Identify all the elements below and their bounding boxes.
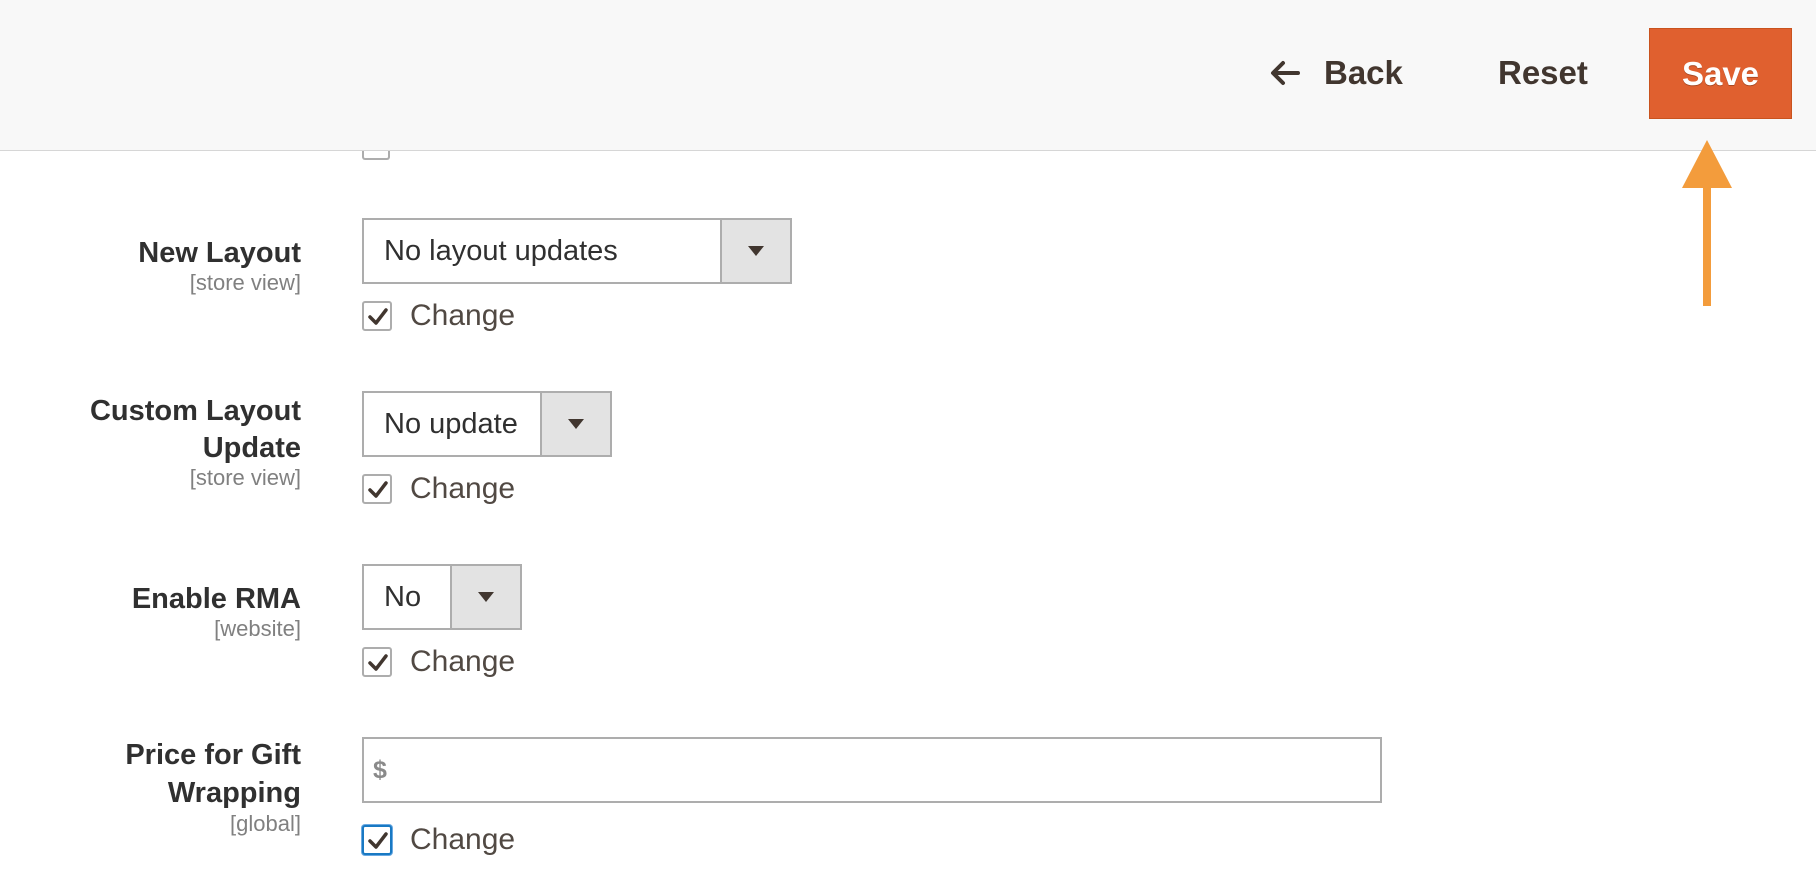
new-layout-select-value: No layout updates <box>384 234 618 267</box>
new-layout-change-label: Change <box>410 299 516 332</box>
save-button[interactable]: Save <box>1649 28 1792 119</box>
up-arrow-icon <box>1682 140 1732 306</box>
reset-label: Reset <box>1498 54 1588 91</box>
new-layout-label: New Layout <box>138 237 301 269</box>
checkmark-icon <box>368 308 388 325</box>
price-gift-wrapping-label-line2: Wrapping <box>167 777 301 809</box>
custom-layout-update-label-line1: Custom Layout <box>89 395 301 427</box>
checkmark-icon <box>368 832 388 849</box>
new-layout-select-toggle[interactable] <box>720 220 790 282</box>
reset-button[interactable]: Reset <box>1498 46 1588 100</box>
checkmark-icon <box>368 481 388 498</box>
new-layout-scope: [store view] <box>189 270 301 295</box>
custom-layout-update-change-checkbox[interactable] <box>362 474 392 504</box>
price-gift-wrapping-field[interactable]: $ <box>362 737 1382 803</box>
custom-layout-update-scope: [store view] <box>189 465 301 490</box>
new-layout-change-checkbox[interactable] <box>362 301 392 331</box>
arrow-left-icon <box>1268 56 1302 90</box>
price-gift-wrapping-input[interactable] <box>386 739 1380 801</box>
price-gift-wrapping-change[interactable]: Change <box>362 822 515 858</box>
enable-rma-scope: [website] <box>214 616 301 641</box>
enable-rma-change-checkbox[interactable] <box>362 647 392 677</box>
chevron-down-icon <box>748 246 764 256</box>
enable-rma-change[interactable]: Change <box>362 644 515 680</box>
save-label: Save <box>1681 54 1760 92</box>
custom-layout-update-select-value: No update <box>384 407 518 440</box>
enable-rma-select-value: No <box>384 580 422 613</box>
custom-layout-update-label-line2: Update <box>202 432 301 464</box>
checkmark-icon <box>368 654 388 671</box>
custom-layout-update-change-label: Change <box>410 472 516 505</box>
enable-rma-select[interactable]: No <box>362 564 522 630</box>
back-button[interactable]: Back <box>1268 46 1403 100</box>
currency-symbol: $ <box>373 755 387 784</box>
chevron-down-icon <box>478 592 494 602</box>
enable-rma-select-toggle[interactable] <box>450 566 520 628</box>
price-gift-wrapping-scope: [global] <box>230 811 301 836</box>
enable-rma-label: Enable RMA <box>131 583 301 615</box>
back-label: Back <box>1324 54 1403 91</box>
price-gift-wrapping-label-line1: Price for Gift <box>125 739 301 771</box>
custom-layout-update-select-toggle[interactable] <box>540 393 610 455</box>
new-layout-change[interactable]: Change <box>362 298 515 334</box>
custom-layout-update-change[interactable]: Change <box>362 471 515 507</box>
new-layout-select[interactable]: No layout updates <box>362 218 792 284</box>
page-actions-toolbar: Back Reset Save <box>0 0 1816 151</box>
price-gift-wrapping-change-label: Change <box>410 823 516 856</box>
page: Back Reset Save New Layout [store view] … <box>0 0 1816 880</box>
chevron-down-icon <box>568 419 584 429</box>
enable-rma-change-label: Change <box>410 645 516 678</box>
price-gift-wrapping-change-checkbox[interactable] <box>362 825 392 855</box>
custom-layout-update-select[interactable]: No update <box>362 391 612 457</box>
